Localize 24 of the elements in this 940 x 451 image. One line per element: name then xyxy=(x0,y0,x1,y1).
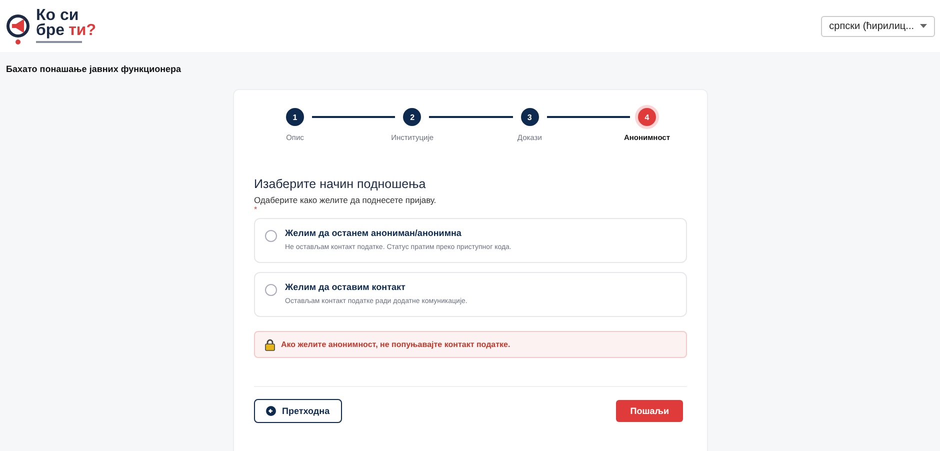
logo-text: Ко си xyxy=(36,8,79,23)
submit-button[interactable]: Пошаљи xyxy=(616,400,683,422)
required-mark: * xyxy=(254,205,258,213)
megaphone-logo-icon xyxy=(6,14,32,46)
step-number: 2 xyxy=(403,108,422,126)
logo-text: бре xyxy=(36,22,65,39)
page-title: Бахато понашање јавних функционера xyxy=(6,63,182,76)
arrow-left-icon xyxy=(266,406,276,416)
lock-icon xyxy=(265,338,275,350)
step-number: 3 xyxy=(520,108,539,126)
option-title: Желим да оставим контакт xyxy=(285,282,406,292)
radio-button[interactable] xyxy=(265,230,277,242)
warning-text: Ако желите анонимност, не попуњавајте контакт податке. xyxy=(281,340,510,349)
previous-button[interactable]: Претходна xyxy=(254,399,342,423)
language-select[interactable]: српски (ћирилиц... xyxy=(821,16,935,36)
step-number: 1 xyxy=(286,108,304,126)
logo-tagline-line xyxy=(36,41,82,43)
step-number: 4 xyxy=(638,108,656,126)
caret-icon xyxy=(920,24,927,28)
radio-button[interactable] xyxy=(265,284,277,296)
option-title: Желим да останем анониман/анонимна xyxy=(285,228,462,238)
form-hint: Одаберите како желите да поднесете пријаву. xyxy=(254,195,438,205)
logo-text: ти? xyxy=(68,22,96,39)
form-heading: Изаберите начин подношења xyxy=(254,176,427,192)
